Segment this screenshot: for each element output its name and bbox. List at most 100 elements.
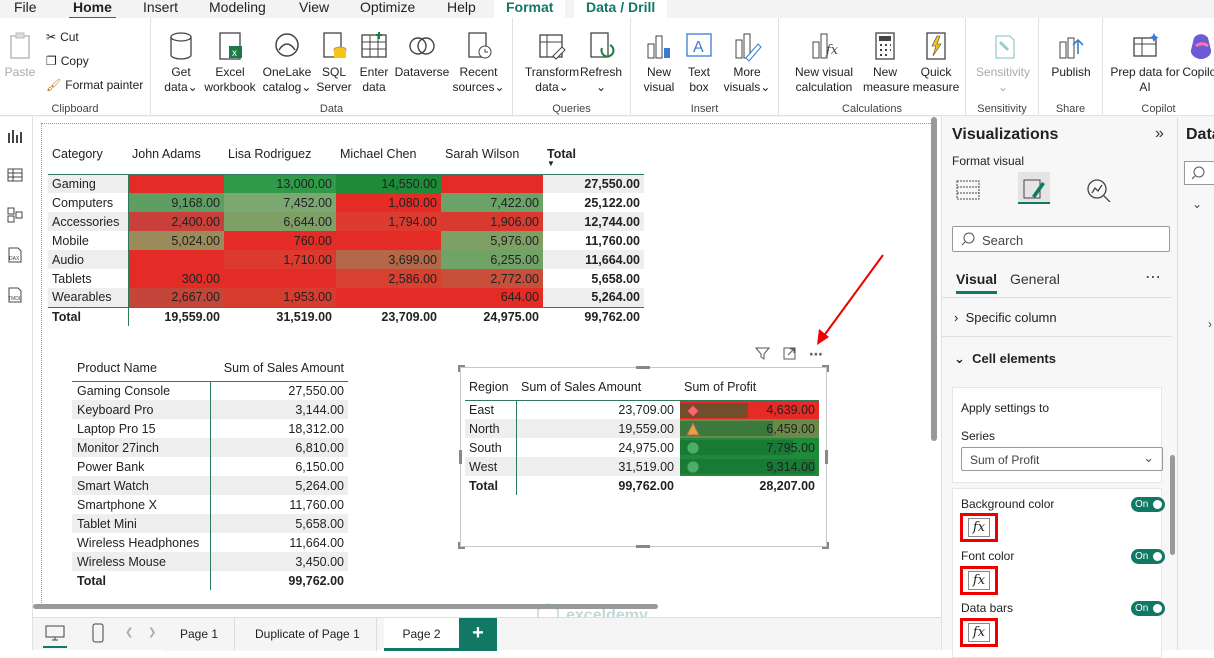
- table-row[interactable]: Laptop Pro 15 18,312.00: [72, 419, 348, 438]
- page-tab-active[interactable]: Page 2: [384, 618, 460, 651]
- table-row[interactable]: Monitor 27inch 6,810.00: [72, 438, 348, 457]
- resize-handle[interactable]: [825, 450, 828, 464]
- resize-handle[interactable]: [459, 450, 462, 464]
- table-row[interactable]: Power Bank 6,150.00: [72, 457, 348, 476]
- matrix-row[interactable]: Gaming 13,000.00 14,550.00 27,550.00: [48, 174, 644, 193]
- region-header[interactable]: Sum of Profit: [680, 374, 819, 400]
- format-visual-icon[interactable]: [1018, 172, 1050, 204]
- report-view-icon[interactable]: [6, 127, 24, 145]
- table-row[interactable]: Smartphone X 11,760.00: [72, 495, 348, 514]
- resize-handle[interactable]: [822, 542, 829, 549]
- get-data-button[interactable]: Get data⌄: [157, 30, 205, 95]
- matrix-row[interactable]: Mobile 5,024.00 760.00 5,976.00 11,760.00: [48, 231, 644, 250]
- region-header[interactable]: Region: [465, 374, 516, 400]
- tab-visual[interactable]: Visual: [956, 271, 997, 294]
- page-tab[interactable]: Page 1: [164, 618, 236, 651]
- report-canvas[interactable]: Category John Adams Lisa Rodriguez Micha…: [33, 117, 941, 609]
- resize-handle[interactable]: [636, 366, 650, 369]
- tab-help[interactable]: Help: [447, 0, 476, 18]
- model-view-icon[interactable]: [6, 206, 24, 224]
- new-visual-button[interactable]: New visual: [637, 30, 681, 95]
- new-visual-calculation-button[interactable]: fx New visual calculation: [787, 30, 861, 95]
- background-color-toggle[interactable]: On: [1131, 497, 1165, 512]
- enter-data-button[interactable]: Enter data: [355, 30, 393, 95]
- product-table-visual[interactable]: Product Name Sum of Sales Amount Gaming …: [72, 355, 348, 590]
- font-color-fx-button[interactable]: fx: [960, 566, 998, 595]
- matrix-row[interactable]: Computers 9,168.00 7,452.00 1,080.00 7,422.0…: [48, 193, 644, 212]
- matrix-row[interactable]: Accessories 2,400.00 6,644.00 1,794.00 1,906…: [48, 212, 644, 231]
- cell-elements-section[interactable]: ⌄ Cell elements: [954, 351, 1056, 367]
- matrix-header[interactable]: Category: [48, 147, 128, 174]
- search-input[interactable]: Search: [952, 226, 1170, 252]
- matrix-row[interactable]: Tablets 300.00 2,586.00 2,772.00 5,658.00: [48, 269, 644, 288]
- canvas-vertical-scrollbar[interactable]: [931, 117, 937, 441]
- dataverse-button[interactable]: Dataverse: [393, 30, 451, 80]
- region-header[interactable]: Sum of Sales Amount: [516, 374, 680, 400]
- recent-sources-button[interactable]: Recent sources⌄: [451, 30, 506, 95]
- data-search-input[interactable]: [1184, 161, 1214, 185]
- filter-icon[interactable]: [754, 346, 771, 363]
- product-header[interactable]: Product Name: [72, 355, 210, 381]
- onelake-catalog-button[interactable]: OneLake catalog⌄: [259, 30, 315, 95]
- quick-measure-button[interactable]: Quick measure: [911, 30, 961, 95]
- chevron-right-icon[interactable]: ›: [1208, 317, 1212, 331]
- matrix-header[interactable]: Michael Chen: [336, 147, 441, 174]
- tab-optimize[interactable]: Optimize: [360, 0, 415, 18]
- transform-data-button[interactable]: Transform data⌄: [521, 30, 583, 95]
- tab-modeling[interactable]: Modeling: [209, 0, 266, 18]
- refresh-button[interactable]: Refresh ⌄: [579, 30, 623, 95]
- focus-mode-icon[interactable]: [782, 346, 797, 363]
- category-matrix-visual[interactable]: Category John Adams Lisa Rodriguez Micha…: [48, 147, 644, 326]
- tab-insert[interactable]: Insert: [143, 0, 178, 18]
- page-tab[interactable]: Duplicate of Page 1: [239, 618, 377, 651]
- data-bars-toggle[interactable]: On: [1131, 601, 1165, 616]
- table-row[interactable]: Smart Watch 5,264.00: [72, 476, 348, 495]
- table-row[interactable]: Wireless Mouse 3,450.00: [72, 552, 348, 571]
- collapse-pane-icon[interactable]: »: [1155, 125, 1164, 143]
- matrix-header-total[interactable]: Total ▼: [543, 147, 644, 174]
- matrix-header[interactable]: Lisa Rodriguez: [224, 147, 336, 174]
- more-options-icon[interactable]: ⋯: [1145, 267, 1161, 287]
- table-row[interactable]: Wireless Headphones 11,664.00: [72, 533, 348, 552]
- prep-data-for-ai-button[interactable]: Prep data for AI: [1107, 30, 1183, 95]
- matrix-row[interactable]: Audio 1,710.00 3,699.00 6,255.00 11,664.00: [48, 250, 644, 269]
- product-header[interactable]: Sum of Sales Amount: [210, 355, 348, 381]
- pane-scrollbar[interactable]: [1170, 455, 1175, 555]
- publish-button[interactable]: Publish: [1045, 30, 1097, 80]
- table-view-icon[interactable]: [6, 166, 24, 184]
- sql-server-button[interactable]: SQL Server: [314, 30, 354, 95]
- tmdl-view-icon[interactable]: TMDL: [6, 286, 24, 304]
- table-row[interactable]: Keyboard Pro 3,144.00: [72, 400, 348, 419]
- tab-file[interactable]: File: [14, 0, 37, 18]
- format-painter-button[interactable]: 🖌 Format painter: [46, 78, 143, 92]
- resize-handle[interactable]: [458, 365, 465, 372]
- resize-handle[interactable]: [458, 542, 465, 549]
- add-page-button[interactable]: +: [459, 618, 497, 651]
- series-dropdown[interactable]: Sum of Profit ⌄: [961, 447, 1163, 471]
- tab-data-drill[interactable]: Data / Drill: [574, 0, 668, 18]
- font-color-toggle[interactable]: On: [1131, 549, 1165, 564]
- region-table-visual[interactable]: ⋯ Region Sum of Sales Amount Sum of Prof…: [458, 346, 829, 549]
- resize-handle[interactable]: [822, 365, 829, 372]
- chevron-down-icon[interactable]: ⌄: [1192, 197, 1202, 211]
- excel-workbook-button[interactable]: x Excel workbook: [201, 30, 259, 95]
- dax-query-view-icon[interactable]: DAX: [6, 246, 24, 264]
- specific-column-section[interactable]: › Specific column: [954, 310, 1057, 325]
- tab-format[interactable]: Format: [494, 0, 566, 18]
- sensitivity-button[interactable]: Sensitivity ⌄: [972, 30, 1034, 95]
- new-measure-button[interactable]: New measure: [863, 30, 910, 95]
- tab-general[interactable]: General: [1010, 271, 1060, 287]
- desktop-layout-icon[interactable]: [45, 624, 65, 645]
- matrix-header[interactable]: John Adams: [128, 147, 224, 174]
- copilot-button[interactable]: Copilot: [1181, 30, 1214, 80]
- matrix-header[interactable]: Sarah Wilson: [441, 147, 543, 174]
- table-row[interactable]: South 24,975.00 7,795.00: [465, 438, 819, 457]
- more-visuals-button[interactable]: More visuals⌄: [719, 30, 775, 95]
- build-visual-icon[interactable]: [956, 178, 980, 205]
- table-row[interactable]: North 19,559.00 6,459.00: [465, 419, 819, 438]
- paste-button[interactable]: Paste: [4, 30, 36, 80]
- matrix-row[interactable]: Wearables 2,667.00 1,953.00 644.00 5,264.00: [48, 288, 644, 307]
- text-box-button[interactable]: A Text box: [681, 30, 717, 95]
- table-row[interactable]: West 31,519.00 9,314.00: [465, 457, 819, 476]
- copy-button[interactable]: ❐ Copy: [46, 54, 89, 68]
